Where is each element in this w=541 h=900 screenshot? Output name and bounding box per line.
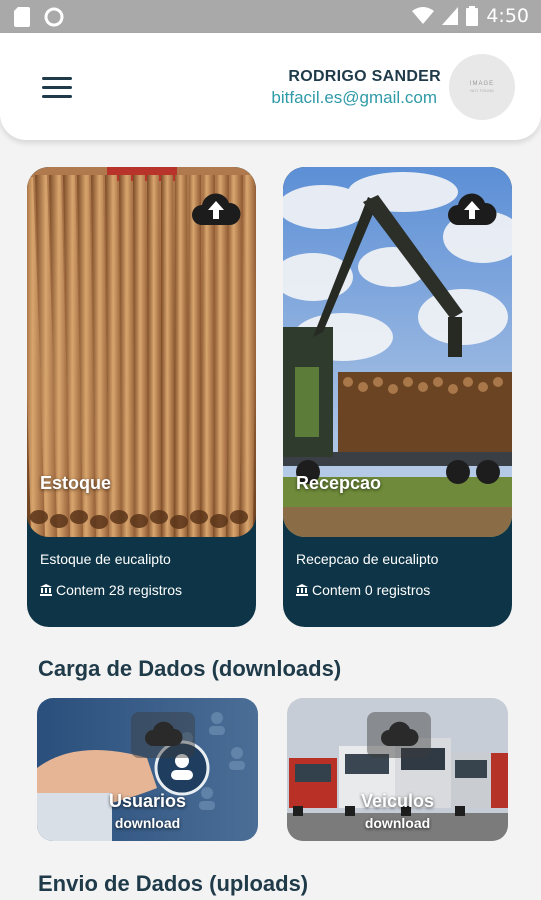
card-description: Recepcao de eucalipto [296,551,439,567]
download-card-subtitle: download [114,815,181,831]
record-count: Contem 0 registros [296,582,430,598]
battery-icon [466,6,479,26]
download-card-subtitle: download [364,815,431,831]
status-bar: 4:50 [0,0,541,33]
user-name: RODRIGO SANDER [288,68,441,85]
record-count: Contem 28 registros [40,582,182,598]
upload-cloud-icon[interactable] [190,191,242,227]
card-title: Estoque [40,473,112,493]
upload-cloud-icon[interactable] [446,191,498,227]
bank-icon [40,584,52,596]
download-card-usuarios[interactable]: Usuarios download [37,698,258,841]
card-recepcao[interactable]: Recepcao Recepcao de eucalipto Contem 0 … [283,167,512,627]
circle-icon [44,7,64,27]
download-cloud-icon [367,712,431,758]
sd-card-icon [14,7,30,27]
avatar[interactable]: IMAGE NOT FOUND [449,54,515,120]
card-description: Estoque de eucalipto [40,551,171,567]
uploads-section-title: Envio de Dados (uploads) [38,871,309,896]
card-title: Recepcao [296,473,382,493]
download-card-title: Usuarios [108,791,187,811]
downloads-section-title: Carga de Dados (downloads) [38,656,342,681]
signal-icon [442,7,459,25]
wifi-icon [412,7,435,24]
card-estoque[interactable]: Estoque Estoque de eucalipto Contem 28 r… [27,167,256,627]
bank-icon [296,584,308,596]
download-card-title: Veiculos [360,791,435,811]
record-count-text: Contem 0 registros [312,582,431,598]
user-email: bitfacil.es@gmail.com [271,88,437,107]
app-header: RODRIGO SANDER bitfacil.es@gmail.com IMA… [0,33,541,140]
download-card-veiculos[interactable]: Veiculos download [287,698,508,841]
download-cloud-icon [131,712,195,758]
menu-icon[interactable] [42,77,72,99]
avatar-placeholder-text: IMAGE [469,81,495,87]
clock: 4:50 [486,5,529,27]
avatar-placeholder-subtext: NOT FOUND [470,88,494,93]
record-count-text: Contem 28 registros [56,582,183,598]
